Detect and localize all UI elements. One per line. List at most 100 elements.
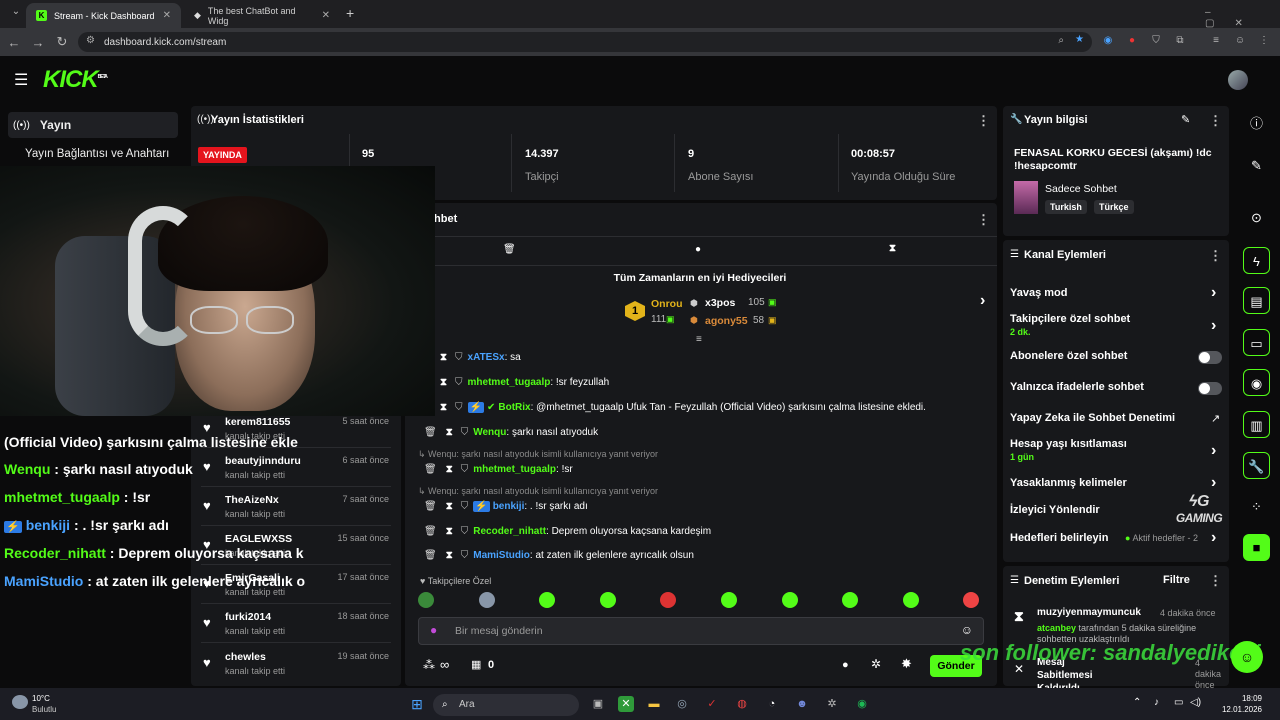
chat-message[interactable]: 🗑 ⧗ ⛉ Wenqu: şarkı nasıl atıyoduk xyxy=(424,427,598,438)
new-tab-button[interactable]: + xyxy=(346,5,354,21)
stats-menu-icon[interactable]: ⋮ xyxy=(977,113,990,129)
hourglass-icon[interactable]: ⧗ xyxy=(446,526,453,537)
extension-icon[interactable]: ◉ xyxy=(1100,33,1116,49)
taskbar-search[interactable]: ⌕ Ara xyxy=(433,694,579,716)
gifters-next-icon[interactable]: › xyxy=(980,292,985,310)
profile-icon[interactable]: ☺ xyxy=(1232,33,1248,49)
chat-message[interactable]: 🗑 ⧗ ⛉ mhetmet_tugaalp: !sr xyxy=(424,464,573,475)
chat-input[interactable]: ● Bir mesaj gönderin ☺ xyxy=(418,617,984,645)
forward-icon[interactable]: → xyxy=(26,35,50,50)
chat-message[interactable]: ⧗ ⛉ ⚡ ✔ BotRix: @mhetmet_tugaalp Ufuk Tan - … xyxy=(440,402,926,413)
chat-bubble-icon[interactable]: ● xyxy=(695,244,701,255)
gifter-name[interactable]: x3pos xyxy=(705,297,735,309)
spotify-icon[interactable]: ◉ xyxy=(854,696,870,712)
edit-pen-icon[interactable]: ✎ xyxy=(1243,152,1270,179)
sidebar-item-yayin[interactable]: ((•)) Yayın xyxy=(8,112,178,138)
emote-icon[interactable] xyxy=(902,592,919,608)
toggle-switch[interactable] xyxy=(1198,351,1222,364)
shield-extension-icon[interactable]: ⛉ xyxy=(1148,33,1164,49)
badge-icon[interactable]: ✸ xyxy=(901,656,912,672)
chat-username[interactable]: mhetmet_tugaalp xyxy=(473,464,556,475)
mic-tray-icon[interactable]: ♪ xyxy=(1154,697,1159,708)
emoji-icon[interactable]: ☺ xyxy=(961,623,973,637)
chevron-right-icon[interactable]: › xyxy=(1211,442,1216,460)
emote-icon[interactable] xyxy=(721,592,737,608)
xbox-icon[interactable]: ✕ xyxy=(618,696,634,712)
emote-icon[interactable] xyxy=(599,592,616,608)
pin-expand-icon[interactable]: ≡ xyxy=(696,334,702,345)
app-icon[interactable]: ✲ xyxy=(824,696,840,712)
chat-users-icon[interactable]: ● xyxy=(842,659,849,671)
hourglass-icon[interactable]: ⧗ xyxy=(446,427,453,438)
store-icon[interactable]: ▦ xyxy=(471,658,481,671)
follower-item[interactable]: ♥ chewles kanalı takip etti 19 saat önce xyxy=(201,649,391,687)
tray-chevron-icon[interactable]: ⌃ xyxy=(1133,697,1141,708)
chat-username[interactable]: Recoder_nihatt xyxy=(473,526,546,537)
zoom-icon[interactable]: ⌕ xyxy=(1058,35,1064,46)
emote-icon[interactable] xyxy=(781,592,798,608)
hourglass-icon[interactable]: ⧗ xyxy=(446,464,453,475)
channel-action-9[interactable]: Hedefleri belirleyin ● Aktif hedefler - 2… xyxy=(1003,529,1229,558)
chat-username[interactable]: mhetmet_tugaalp xyxy=(468,377,551,388)
gifter-name[interactable]: Onrou xyxy=(651,298,683,310)
chat-username[interactable]: benkiji xyxy=(493,501,525,512)
channel-actions-menu-icon[interactable]: ⋮ xyxy=(1209,248,1222,264)
task-view-icon[interactable]: ▣ xyxy=(590,696,606,712)
target-icon[interactable]: ⊙ xyxy=(1243,204,1270,231)
emote-icon[interactable] xyxy=(478,592,495,608)
hourglass-icon[interactable]: ⧗ xyxy=(446,501,453,512)
tab-chatbot[interactable]: ◆ The best ChatBot and Widg ✕ xyxy=(184,3,340,28)
trash-icon[interactable]: 🗑 xyxy=(424,550,437,561)
lightning-icon[interactable]: ϟ xyxy=(1243,247,1270,274)
mod-user[interactable]: muzyiyenmaymuncuk xyxy=(1037,607,1141,618)
menu-icon[interactable]: ⋮ xyxy=(1256,33,1272,49)
avatar[interactable] xyxy=(1228,70,1248,90)
tag-turkish[interactable]: Turkish xyxy=(1045,200,1087,214)
chevron-right-icon[interactable]: › xyxy=(1211,474,1216,492)
chat-message[interactable]: ⧗ ⛉ mhetmet_tugaalp: !sr feyzullah xyxy=(440,377,609,388)
chat-message[interactable]: 🗑 ⧗ ⛉ ⚡ benkiji: . !sr şarkı adı xyxy=(424,501,588,512)
document-icon[interactable]: ▤ xyxy=(1243,287,1270,314)
chat-menu-icon[interactable]: ⋮ xyxy=(977,212,990,228)
chevron-right-icon[interactable]: › xyxy=(1211,317,1216,335)
close-icon[interactable]: ✕ xyxy=(163,10,171,21)
trash-icon[interactable]: 🗑 xyxy=(424,464,437,475)
microphone-icon[interactable]: ● xyxy=(430,623,437,637)
trash-icon[interactable]: 🗑 xyxy=(424,427,437,438)
chat-username[interactable]: MamiStudio xyxy=(473,550,530,561)
media-icon[interactable]: ≡ xyxy=(1208,33,1224,49)
puzzle-extension-icon[interactable]: ⧉ xyxy=(1172,33,1188,49)
tab-search-icon[interactable]: ⌄ xyxy=(4,6,28,17)
settings-gear-icon[interactable]: ✲ xyxy=(871,657,881,671)
chevron-right-icon[interactable]: › xyxy=(1211,529,1216,547)
hourglass-icon[interactable]: ⧗ xyxy=(440,352,447,363)
chat-message[interactable]: 🗑 ⧗ ⛉ MamiStudio: at zaten ilk gelenlere ay… xyxy=(424,550,694,561)
kick-logo[interactable]: KICKBETA xyxy=(43,66,108,94)
layout-icon[interactable]: ▥ xyxy=(1243,411,1270,438)
category-thumbnail[interactable] xyxy=(1014,181,1038,214)
trash-icon[interactable]: 🗑 xyxy=(424,526,437,537)
trash-icon[interactable]: 🗑 xyxy=(424,501,437,512)
reload-icon[interactable]: ↻ xyxy=(50,34,74,50)
channel-action-6[interactable]: Hesap yaşı kısıtlaması 1 gün › xyxy=(1003,438,1229,464)
broadcast-rail-icon[interactable]: ◉ xyxy=(1243,369,1270,396)
discord-icon[interactable]: ☻ xyxy=(794,696,810,712)
edit-icon[interactable]: ✎ xyxy=(1181,113,1190,126)
weather-icon[interactable] xyxy=(12,695,28,709)
network-icon[interactable]: ▭ xyxy=(1174,697,1183,708)
obs-icon[interactable]: ◔ xyxy=(764,696,780,712)
moderation-menu-icon[interactable]: ⋮ xyxy=(1209,573,1222,589)
chrome-icon[interactable]: ◍ xyxy=(734,696,750,712)
volume-icon[interactable]: ◁) xyxy=(1190,697,1201,708)
tab-kick-dashboard[interactable]: K Stream - Kick Dashboard ✕ xyxy=(26,3,181,28)
channel-action-4[interactable]: Yalnızca ifadelerle sohbet xyxy=(1003,381,1229,407)
url-input[interactable]: ⚙ dashboard.kick.com/stream ⌕ ★ xyxy=(78,32,1092,52)
emote-icon[interactable] xyxy=(418,592,434,608)
tag-turkce[interactable]: Türkçe xyxy=(1094,200,1134,214)
plugin-icon[interactable]: ■ xyxy=(1243,534,1270,561)
trash-icon[interactable]: 🗑 xyxy=(503,244,516,255)
chat-rail-icon[interactable]: ▭ xyxy=(1243,329,1270,356)
close-icon[interactable]: ✕ xyxy=(322,10,330,21)
windows-start-icon[interactable]: ⊞ xyxy=(409,696,425,712)
app-icon[interactable]: ✓ xyxy=(704,696,720,712)
